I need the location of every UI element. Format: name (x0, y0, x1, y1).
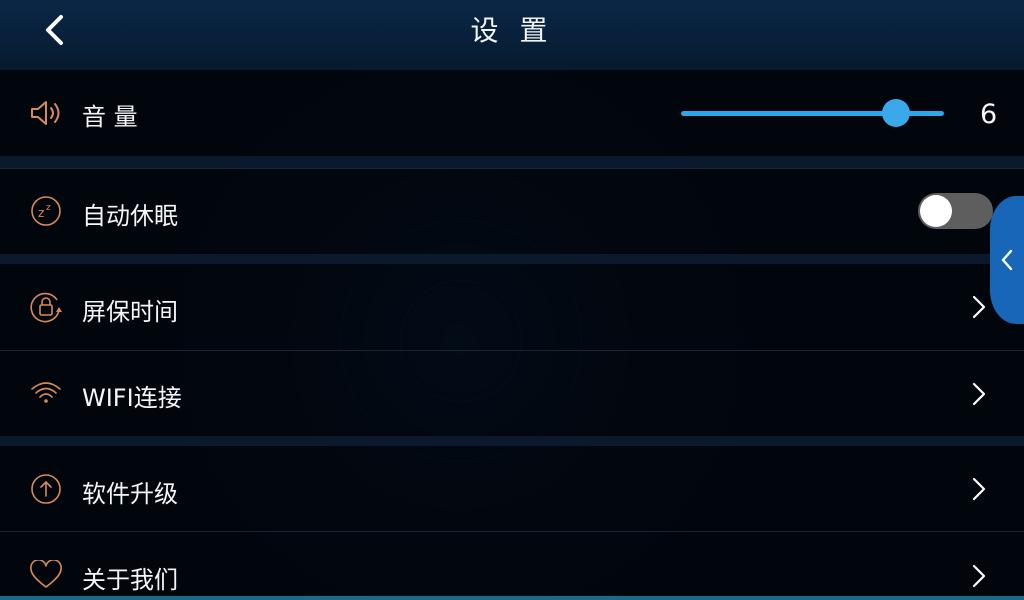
auto-sleep-row: z z 自动休眠 (0, 169, 1024, 254)
menu-item-screensaver[interactable]: 屏保时间 (0, 264, 1024, 350)
heart-icon (28, 557, 64, 593)
svg-text:z: z (38, 206, 44, 220)
bottom-accent-line (0, 596, 1024, 600)
menu-item-wifi[interactable]: WIFI连接 (0, 351, 1024, 436)
page-title: 设 置 (470, 14, 554, 47)
volume-slider-thumb[interactable] (882, 99, 910, 127)
upgrade-arrow-icon (28, 471, 64, 507)
menu-item-upgrade[interactable]: 软件升级 (0, 446, 1024, 531)
volume-label: 音 量 (82, 103, 138, 131)
menu-item-label: 软件升级 (82, 480, 178, 508)
chevron-left-icon (1001, 249, 1013, 271)
chevron-right-icon (962, 472, 996, 506)
side-drawer-tab[interactable] (990, 196, 1024, 324)
svg-text:z: z (46, 203, 51, 213)
menu-item-about[interactable]: 关于我们 (0, 532, 1024, 596)
sleep-zz-icon: z z (28, 193, 64, 229)
menu-item-label: 关于我们 (82, 566, 178, 594)
chevron-right-icon (962, 559, 996, 593)
menu-item-label: 屏保时间 (82, 298, 178, 326)
speaker-icon (28, 95, 64, 131)
wifi-icon (28, 375, 64, 411)
auto-sleep-toggle[interactable] (918, 193, 993, 229)
section-separator (0, 436, 1024, 446)
toggle-knob (920, 195, 952, 227)
menu-item-label: WIFI连接 (82, 384, 182, 412)
auto-sleep-label: 自动休眠 (82, 202, 178, 230)
section-separator (0, 156, 1024, 168)
section-separator (0, 254, 1024, 264)
chevron-right-icon (962, 377, 996, 411)
lock-timer-icon (28, 289, 64, 325)
volume-value: 6 (980, 99, 998, 130)
